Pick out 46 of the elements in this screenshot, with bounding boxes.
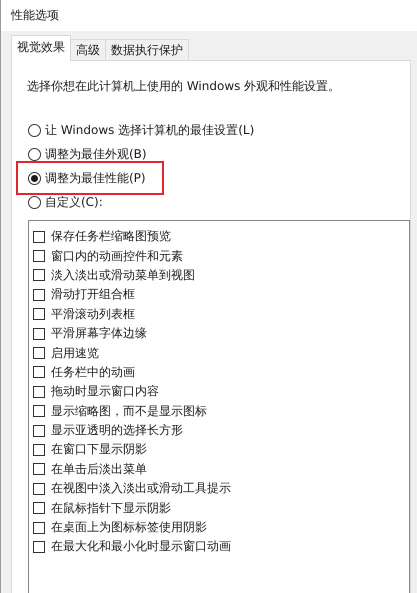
checkbox[interactable] <box>33 269 45 282</box>
checkbox[interactable] <box>33 463 45 476</box>
checkbox[interactable] <box>33 386 45 398</box>
radio-button[interactable] <box>28 148 41 160</box>
checkbox-label: 任务栏中的动画 <box>51 364 135 381</box>
radio-button[interactable] <box>28 196 41 208</box>
checkbox[interactable] <box>33 424 45 437</box>
checkbox-label: 拖动时显示窗口内容 <box>51 383 159 400</box>
checkbox-label: 滑动打开组合框 <box>51 286 135 304</box>
checkbox-label: 在单击后淡出菜单 <box>51 460 147 478</box>
checkbox[interactable] <box>33 366 45 378</box>
option-label: 让 Windows 选择计算机的最佳设置(L) <box>45 122 254 138</box>
checkbox[interactable] <box>33 502 45 514</box>
checkbox[interactable] <box>33 540 45 553</box>
checkbox-label: 在最大化和最小化时显示窗口动画 <box>51 538 231 556</box>
tab[interactable]: 视觉效果 <box>11 35 71 61</box>
checkbox-label: 在视图中淡入淡出或滑动工具提示 <box>51 480 231 498</box>
option-label: 自定义(C): <box>45 194 103 210</box>
radio-button[interactable] <box>28 172 41 184</box>
option-label: 调整为最佳性能(P) <box>45 170 146 186</box>
checkbox-label: 启用速览 <box>51 344 99 362</box>
description-text: 选择你想在此计算机上使用的 Windows 外观和性能设置。 <box>26 78 342 95</box>
checkbox-label: 显示亚透明的选择长方形 <box>51 422 183 440</box>
checkbox-label: 平滑滚动列表框 <box>51 306 135 323</box>
checkbox-label: 淡入淡出或滑动菜单到视图 <box>51 266 195 284</box>
checkbox[interactable] <box>33 230 45 243</box>
checkbox-label: 显示缩略图，而不是显示图标 <box>51 402 207 420</box>
checkbox[interactable] <box>33 405 45 418</box>
checkbox[interactable] <box>33 250 45 262</box>
window-title: 性能选项 <box>11 7 59 24</box>
tab[interactable]: 数据执行保护 <box>105 39 189 61</box>
checkbox-label: 窗口内的动画控件和元素 <box>51 248 183 265</box>
checkbox-label: 保存任务栏缩略图预览 <box>51 228 171 246</box>
checkbox[interactable] <box>33 482 45 495</box>
checkbox[interactable] <box>33 328 45 340</box>
checkbox-label: 在窗口下显示阴影 <box>51 441 147 458</box>
checkbox-label: 在鼠标指针下显示阴影 <box>51 500 171 517</box>
radio-button[interactable] <box>28 124 41 136</box>
option-label: 调整为最佳外观(B) <box>45 146 147 162</box>
checkbox[interactable] <box>33 444 45 456</box>
checkbox[interactable] <box>33 347 45 360</box>
checkbox[interactable] <box>33 522 45 534</box>
checkbox[interactable] <box>33 288 45 301</box>
checkbox-label: 在桌面上为图标标签使用阴影 <box>51 519 207 536</box>
checkbox-label: 平滑屏幕字体边缘 <box>51 325 147 342</box>
checkbox[interactable] <box>33 308 45 320</box>
